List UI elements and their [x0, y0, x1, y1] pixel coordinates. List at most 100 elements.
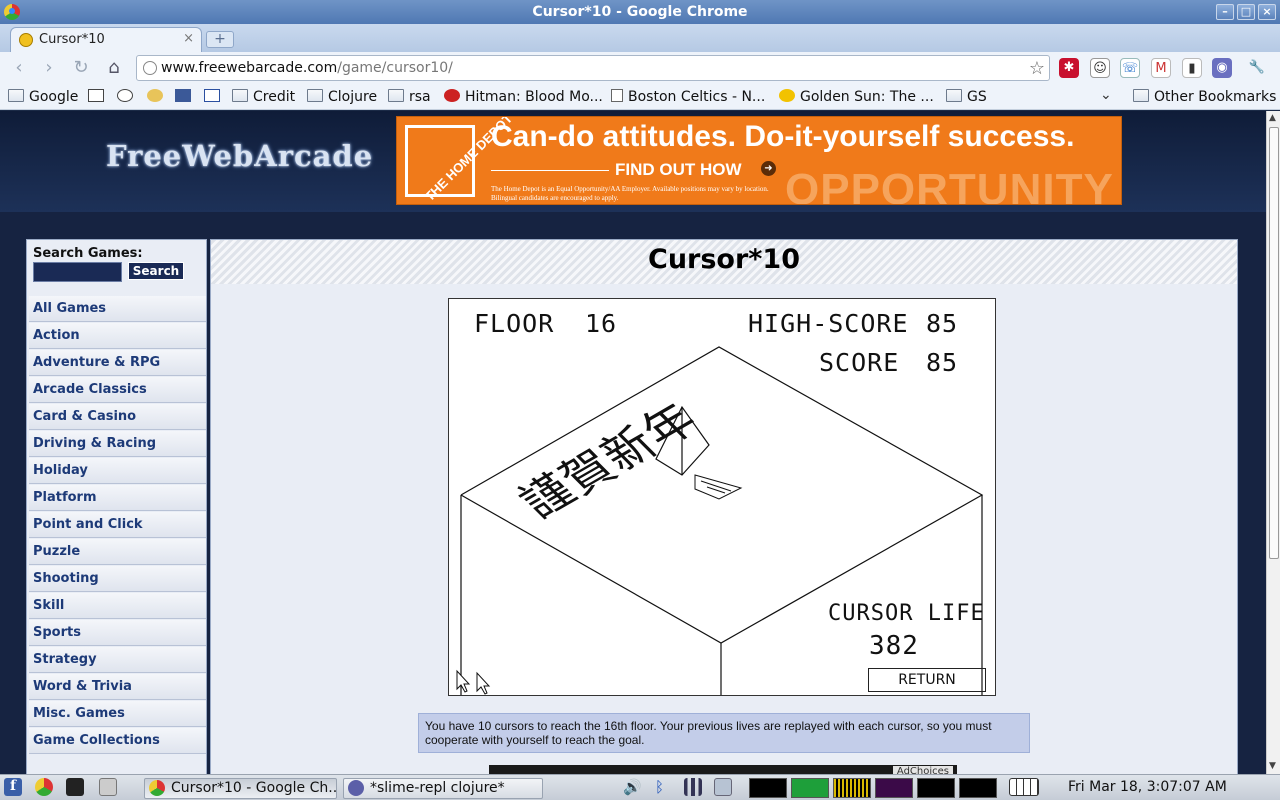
game-panel: Cursor*10 謹賀新年 FLOOR 16 HIGH-SCORE 85 SC… [210, 239, 1238, 774]
globe-extension-icon[interactable]: ◉ [1212, 58, 1232, 78]
category-arcade-classics[interactable]: Arcade Classics [29, 377, 206, 403]
site-header: FreeWebArcade THE HOME DEPOT Can-do atti… [0, 111, 1266, 212]
adchoices-label[interactable]: AdChoices [892, 766, 953, 774]
terminal-launcher-icon[interactable] [66, 778, 84, 796]
close-tab-icon[interactable]: × [183, 31, 194, 46]
minimize-button[interactable]: – [1216, 4, 1234, 20]
category-driving-racing[interactable]: Driving & Racing [29, 431, 206, 457]
category-card-casino[interactable]: Card & Casino [29, 404, 206, 430]
category-word-trivia[interactable]: Word & Trivia [29, 674, 206, 700]
network-signal-icon[interactable] [684, 778, 702, 796]
taskbar-emacs-window[interactable]: *slime-repl clojure* [343, 778, 543, 799]
game-title-bar: Cursor*10 [211, 240, 1237, 284]
home-depot-logo: THE HOME DEPOT [405, 117, 515, 204]
tab-cursor10[interactable]: Cursor*10 × [10, 27, 202, 52]
p-icon [204, 89, 220, 102]
bottom-ad[interactable]: AdChoices [489, 765, 957, 774]
category-skill[interactable]: Skill [29, 593, 206, 619]
category-strategy[interactable]: Strategy [29, 647, 206, 673]
bookmark-golden-sun[interactable]: Golden Sun: The ... [779, 87, 934, 107]
category-game-collections[interactable]: Game Collections [29, 728, 206, 754]
close-window-button[interactable]: × [1258, 4, 1276, 20]
chrome-launcher-icon[interactable] [35, 778, 53, 796]
bookmark-google[interactable]: Google [8, 87, 78, 107]
scroll-up-icon[interactable]: ▲ [1269, 113, 1276, 123]
address-bar[interactable]: www.freewebarcade.com/game/cursor10/ ☆ [136, 55, 1050, 81]
category-shooting[interactable]: Shooting [29, 566, 206, 592]
bookmark-reddit[interactable] [117, 87, 138, 107]
bookmark-facebook[interactable] [175, 87, 196, 107]
category-puzzle[interactable]: Puzzle [29, 539, 206, 565]
game-canvas[interactable]: 謹賀新年 FLOOR 16 HIGH-SCORE 85 SCORE 85 CUR… [448, 298, 996, 696]
score-label: SCORE [819, 348, 900, 377]
chevron-down-icon[interactable]: ⌄ [1100, 87, 1112, 103]
category-action[interactable]: Action [29, 323, 206, 349]
back-button[interactable]: ‹ [8, 57, 30, 79]
bookmark-other[interactable]: Other Bookmarks [1133, 87, 1276, 107]
game-title: Cursor*10 [648, 244, 800, 275]
bookmark-label: GS [967, 89, 987, 105]
window-titlebar: Cursor*10 - Google Chrome – □ × [0, 0, 1280, 24]
taskbar-chrome-window[interactable]: Cursor*10 - Google Ch... [144, 778, 337, 799]
web-page: FreeWebArcade THE HOME DEPOT Can-do atti… [0, 111, 1266, 774]
os-taskbar: f Cursor*10 - Google Ch... *slime-repl c… [0, 774, 1280, 800]
site-logo[interactable]: FreeWebArcade [106, 139, 373, 173]
bookmark-label: Golden Sun: The ... [800, 89, 934, 105]
folder-icon [388, 89, 404, 102]
arrow-right-icon: ➜ [761, 161, 776, 176]
bookmark-credit[interactable]: Credit [232, 87, 295, 107]
bookmark-clojure[interactable]: Clojure [307, 87, 377, 107]
return-button[interactable]: RETURN [868, 668, 986, 692]
category-holiday[interactable]: Holiday [29, 458, 206, 484]
bookmark-p[interactable] [204, 87, 225, 107]
category-adventure-rpg[interactable]: Adventure & RPG [29, 350, 206, 376]
page-scrollbar[interactable]: ▲ ▼ [1266, 111, 1280, 774]
calendar-icon [88, 89, 104, 102]
search-button[interactable]: Search [128, 262, 184, 280]
category-all-games[interactable]: All Games [29, 296, 206, 322]
clip-extension-icon[interactable]: ▮ [1182, 58, 1202, 78]
home-depot-ad[interactable]: THE HOME DEPOT Can-do attitudes. Do-it-y… [396, 116, 1122, 205]
volume-icon[interactable]: 🔊 [623, 778, 642, 796]
phone-extension-icon[interactable]: ☏ [1120, 58, 1140, 78]
lastpass-icon[interactable]: ✱ [1059, 58, 1079, 78]
home-button[interactable]: ⌂ [103, 57, 125, 79]
scrollbar-thumb[interactable] [1269, 127, 1279, 559]
ad-fine-print: The Home Depot is an Equal Opportunity/A… [491, 185, 769, 202]
bookmark-label: Credit [253, 89, 296, 105]
battery-icon[interactable] [714, 778, 732, 796]
category-platform[interactable]: Platform [29, 485, 206, 511]
bookmark-rsa[interactable]: rsa [388, 87, 431, 107]
bookmark-label: Other Bookmarks [1154, 89, 1277, 105]
browser-toolbar: ‹ › ↻ ⌂ www.freewebarcade.com/game/curso… [0, 52, 1280, 83]
bookmark-gs[interactable]: GS [946, 87, 987, 107]
wrench-menu-icon[interactable]: 🔧 [1247, 58, 1267, 78]
score-value: 85 [926, 348, 959, 377]
workspace-switcher[interactable] [1009, 778, 1039, 796]
forward-button[interactable]: › [38, 57, 60, 79]
hitman-icon [444, 89, 460, 102]
category-point-and-click[interactable]: Point and Click [29, 512, 206, 538]
disk-graph [959, 778, 997, 798]
bluetooth-icon[interactable]: ᛒ [655, 778, 673, 796]
bookmark-calendar[interactable] [88, 87, 109, 107]
clock[interactable]: Fri Mar 18, 3:07:07 AM [1068, 779, 1227, 795]
fedora-menu-icon[interactable]: f [4, 778, 22, 796]
new-tab-button[interactable]: + [206, 31, 234, 48]
category-misc-games[interactable]: Misc. Games [29, 701, 206, 727]
scroll-down-icon[interactable]: ▼ [1269, 761, 1276, 771]
ad-headline: Can-do attitudes. Do-it-yourself success… [491, 120, 1075, 153]
url-host: www.freewebarcade.com [161, 60, 338, 76]
editor-launcher-icon[interactable] [99, 778, 117, 796]
search-input[interactable] [33, 262, 122, 282]
gmail-icon[interactable]: M [1151, 58, 1171, 78]
bookmark-misc[interactable] [147, 87, 168, 107]
page-icon [611, 89, 623, 102]
bookmark-hitman[interactable]: Hitman: Blood Mo... [444, 87, 603, 107]
maximize-button[interactable]: □ [1237, 4, 1255, 20]
bookmark-celtics[interactable]: Boston Celtics - N... [611, 87, 765, 107]
reddit-extension-icon[interactable]: ☺ [1090, 58, 1110, 78]
reload-button[interactable]: ↻ [70, 57, 92, 79]
bookmark-star-icon[interactable]: ☆ [1029, 57, 1045, 81]
category-sports[interactable]: Sports [29, 620, 206, 646]
